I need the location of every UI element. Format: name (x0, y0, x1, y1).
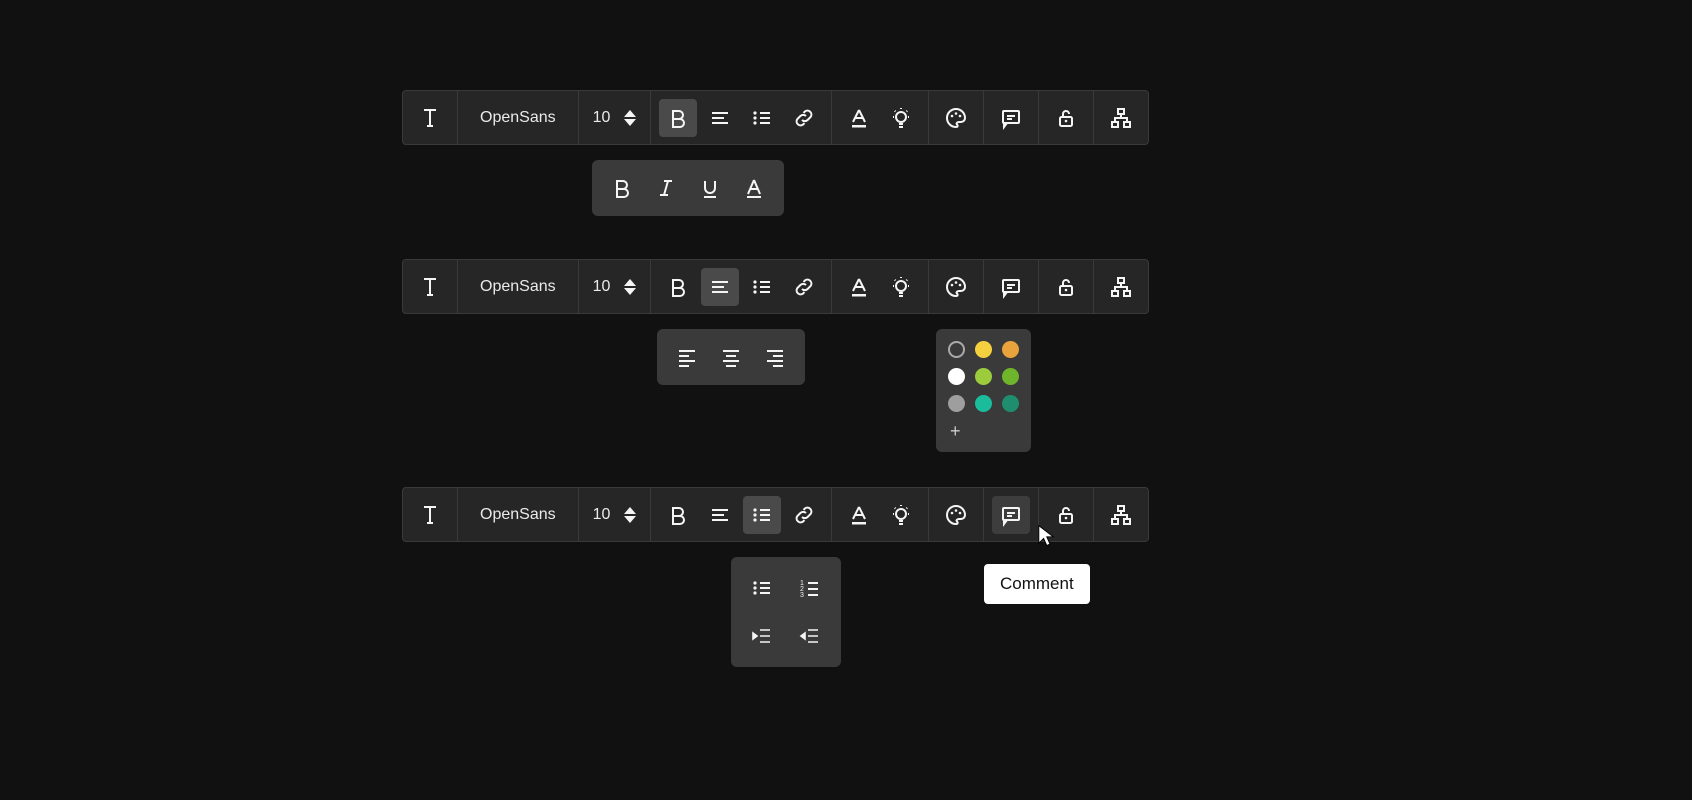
list-button[interactable] (743, 268, 781, 306)
color-swatch-none[interactable] (948, 341, 965, 358)
toolbar-3: OpenSans 10 (402, 487, 1149, 542)
highlight-button[interactable] (882, 268, 920, 306)
lock-button[interactable] (1047, 268, 1085, 306)
font-family-select[interactable]: OpenSans (466, 109, 570, 127)
sitemap-button[interactable] (1102, 99, 1140, 137)
chevron-down-icon[interactable] (624, 288, 636, 295)
color-swatch-lime[interactable] (975, 368, 992, 385)
align-button[interactable] (701, 99, 739, 137)
highlight-button[interactable] (882, 496, 920, 534)
color-swatch-darkteal[interactable] (1002, 395, 1019, 412)
text-color-button[interactable] (840, 496, 878, 534)
palette-button[interactable] (937, 496, 975, 534)
comment-button[interactable] (992, 496, 1030, 534)
add-color-button[interactable]: + (948, 422, 1019, 440)
color-swatch-yellow[interactable] (975, 341, 992, 358)
font-size-stepper[interactable]: 10 (579, 488, 652, 541)
toolbar-1: OpenSans 10 (402, 90, 1149, 145)
align-button[interactable] (701, 496, 739, 534)
palette-button[interactable] (937, 268, 975, 306)
bold-option[interactable] (602, 168, 642, 208)
color-swatch-orange[interactable] (1002, 341, 1019, 358)
numbered-list-option[interactable] (789, 567, 831, 609)
link-button[interactable] (785, 99, 823, 137)
stepper-arrows[interactable] (624, 110, 636, 126)
align-popover (657, 329, 805, 385)
chevron-up-icon[interactable] (624, 279, 636, 286)
font-size-value: 10 (593, 109, 611, 127)
text-mode-button[interactable] (411, 99, 449, 137)
font-size-stepper[interactable]: 10 (579, 260, 652, 313)
list-button[interactable] (743, 99, 781, 137)
sitemap-button[interactable] (1102, 496, 1140, 534)
font-size-value: 10 (593, 506, 611, 524)
underline-option[interactable] (690, 168, 730, 208)
text-color-button[interactable] (840, 268, 878, 306)
link-button[interactable] (785, 496, 823, 534)
stepper-arrows[interactable] (624, 279, 636, 295)
list-button[interactable] (743, 496, 781, 534)
comment-button[interactable] (992, 268, 1030, 306)
outdent-option[interactable] (789, 615, 831, 657)
bold-button[interactable] (659, 99, 697, 137)
chevron-down-icon[interactable] (624, 119, 636, 126)
text-color-button[interactable] (840, 99, 878, 137)
italic-option[interactable] (646, 168, 686, 208)
sitemap-button[interactable] (1102, 268, 1140, 306)
bold-button[interactable] (659, 268, 697, 306)
color-swatch-teal[interactable] (975, 395, 992, 412)
text-mode-button[interactable] (411, 496, 449, 534)
indent-option[interactable] (741, 615, 783, 657)
link-button[interactable] (785, 268, 823, 306)
font-size-value: 10 (593, 278, 611, 296)
comment-button[interactable] (992, 99, 1030, 137)
palette-button[interactable] (937, 99, 975, 137)
lock-button[interactable] (1047, 99, 1085, 137)
align-right-option[interactable] (755, 337, 795, 377)
font-family-select[interactable]: OpenSans (466, 278, 570, 296)
text-mode-button[interactable] (411, 268, 449, 306)
list-popover (731, 557, 841, 667)
font-family-select[interactable]: OpenSans (466, 506, 570, 524)
color-swatch-green[interactable] (1002, 368, 1019, 385)
lock-button[interactable] (1047, 496, 1085, 534)
chevron-down-icon[interactable] (624, 516, 636, 523)
bold-button[interactable] (659, 496, 697, 534)
toolbar-2: OpenSans 10 (402, 259, 1149, 314)
align-button[interactable] (701, 268, 739, 306)
text-style-popover (592, 160, 784, 216)
stepper-arrows[interactable] (624, 507, 636, 523)
comment-tooltip: Comment (984, 564, 1090, 604)
color-swatch-grey[interactable] (948, 395, 965, 412)
bulleted-list-option[interactable] (741, 567, 783, 609)
color-swatch-white[interactable] (948, 368, 965, 385)
font-size-stepper[interactable]: 10 (579, 91, 652, 144)
chevron-up-icon[interactable] (624, 507, 636, 514)
chevron-up-icon[interactable] (624, 110, 636, 117)
align-center-option[interactable] (711, 337, 751, 377)
highlight-button[interactable] (882, 99, 920, 137)
color-palette-popover: + (936, 329, 1031, 452)
font-color-option[interactable] (734, 168, 774, 208)
align-left-option[interactable] (667, 337, 707, 377)
